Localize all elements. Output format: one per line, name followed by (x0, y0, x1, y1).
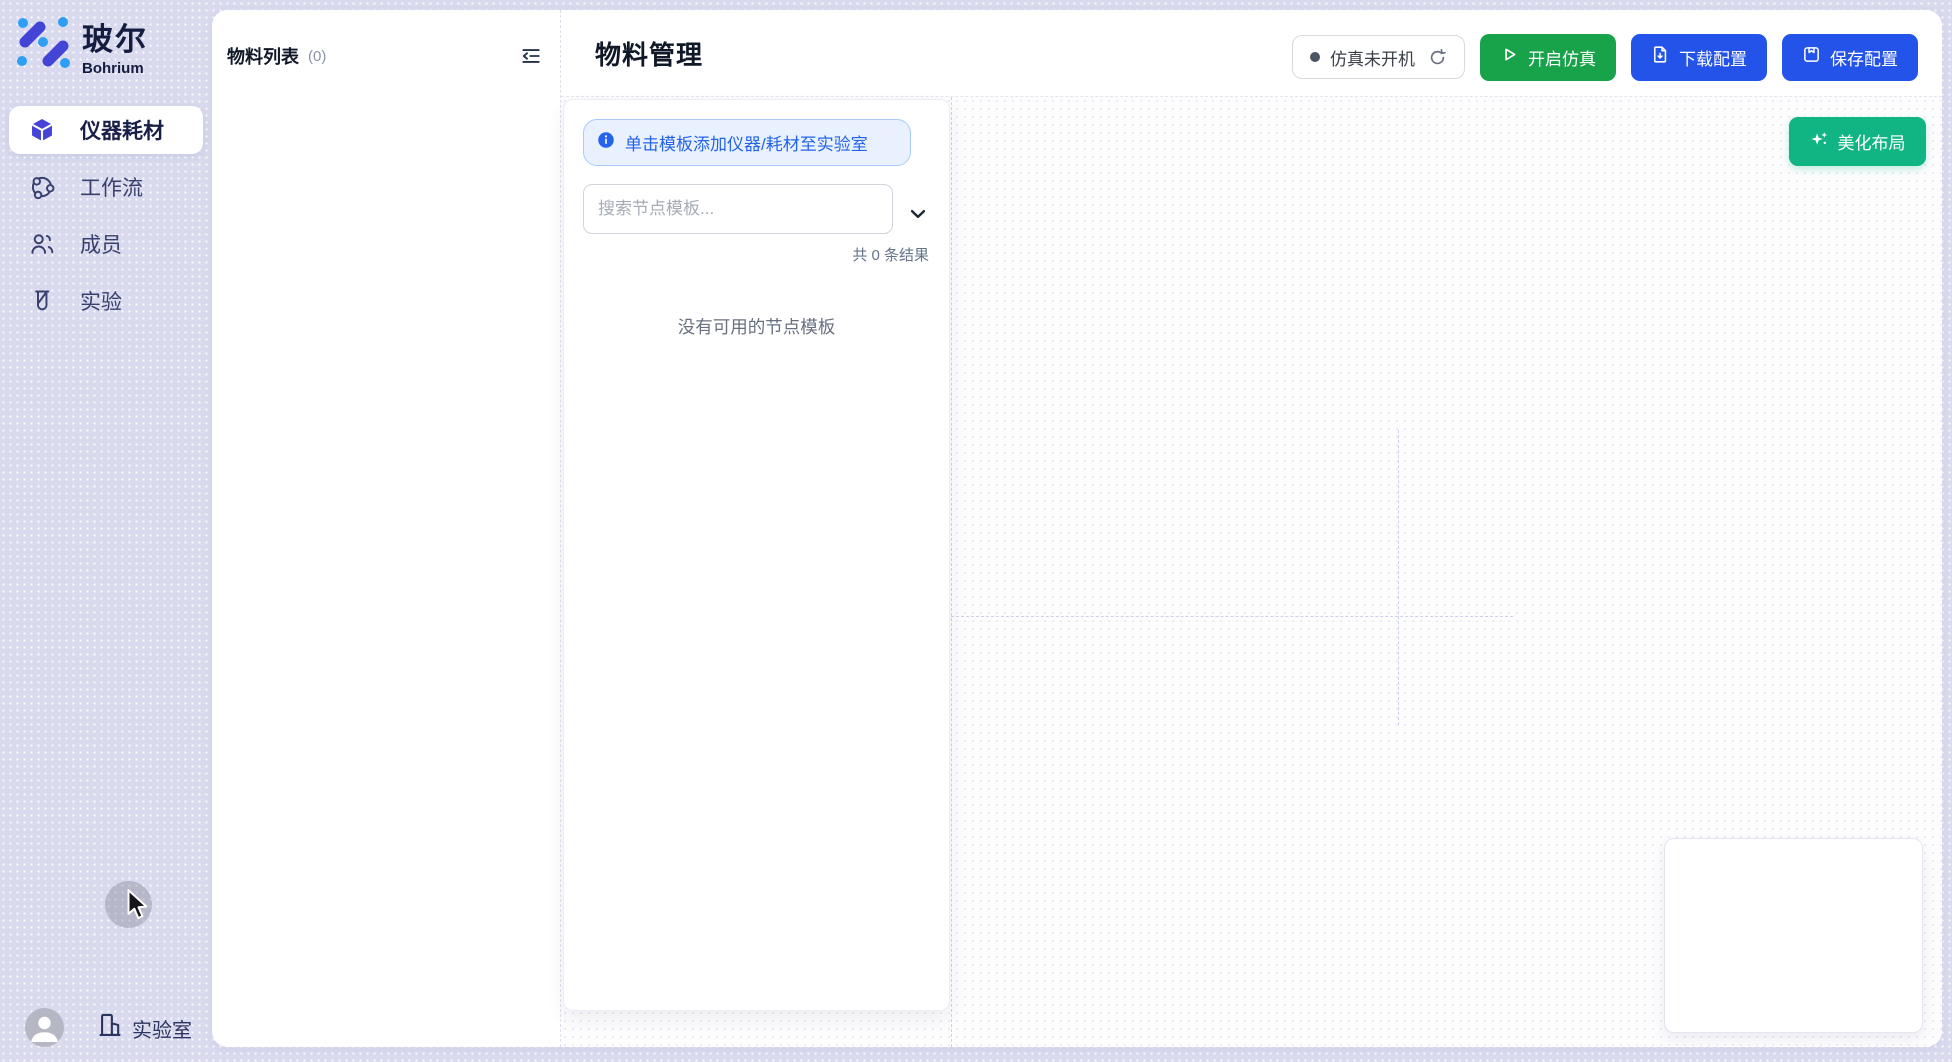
play-icon (1500, 45, 1519, 69)
status-dot-icon (1310, 52, 1320, 62)
workflow-icon (29, 174, 55, 200)
simulation-status-label: 仿真未开机 (1330, 45, 1415, 70)
empty-state-text: 没有可用的节点模板 (564, 314, 949, 339)
refresh-icon[interactable] (1428, 48, 1447, 67)
topbar-actions: 仿真未开机 开启仿真 (1292, 34, 1918, 81)
canvas-guide-line (951, 97, 952, 1047)
save-icon (1802, 45, 1821, 69)
mouse-cursor-icon (126, 889, 152, 926)
bohrium-logo-icon (16, 16, 70, 75)
experiment-icon (29, 288, 55, 314)
cube-icon (29, 117, 55, 143)
canvas-guide-line (1398, 430, 1399, 725)
sparkles-icon (1810, 130, 1829, 154)
sidebar-item-members[interactable]: 成员 (9, 220, 203, 268)
material-list-title: 物料列表 (227, 43, 299, 69)
brand-name-zh: 玻尔 (82, 14, 148, 59)
file-download-icon (1651, 45, 1670, 69)
chevron-down-icon[interactable] (907, 203, 929, 225)
sidebar-item-experiments[interactable]: 实验 (9, 277, 203, 325)
node-template-panel: 单击模板添加仪器/耗材至实验室 共 0 条结果 没有可用的节点模板 (563, 99, 950, 1011)
canvas-guide-line (951, 616, 1513, 617)
simulation-status-pill: 仿真未开机 (1292, 35, 1465, 79)
download-config-button[interactable]: 下载配置 (1631, 34, 1767, 81)
sidebar-item-label: 仪器耗材 (80, 115, 164, 145)
page-title: 物料管理 (595, 35, 703, 72)
template-info-banner: 单击模板添加仪器/耗材至实验室 (583, 119, 911, 166)
save-config-button[interactable]: 保存配置 (1782, 34, 1918, 81)
material-list-header: 物料列表 (0) (227, 43, 542, 69)
search-input[interactable] (583, 184, 893, 234)
sidebar-item-label: 成员 (80, 229, 122, 259)
info-icon (597, 131, 615, 154)
topbar: 物料管理 仿真未开机 开启仿真 (561, 10, 1942, 97)
sidebar-item-instruments[interactable]: 仪器耗材 (9, 106, 203, 154)
sidebar-menu: 仪器耗材 工作流 成员 (0, 106, 212, 334)
material-list-count: (0) (308, 48, 326, 65)
beautify-layout-button[interactable]: 美化布局 (1789, 117, 1926, 166)
sidebar-item-workflow[interactable]: 工作流 (9, 163, 203, 211)
building-icon (96, 1011, 124, 1045)
material-list-panel: 物料列表 (0) (212, 10, 560, 1047)
brand-name-en: Bohrium (82, 60, 148, 77)
collapse-panel-icon[interactable] (520, 45, 542, 67)
sidebar-item-label: 工作流 (80, 172, 143, 202)
main-sheet: 物料列表 (0) 物料管理 仿真未开机 (212, 10, 1942, 1047)
avatar[interactable] (25, 1008, 64, 1047)
lab-switcher[interactable]: 实验室 (96, 1011, 192, 1045)
sidebar-footer: 实验室 (0, 1006, 212, 1050)
start-simulation-button[interactable]: 开启仿真 (1480, 34, 1616, 81)
app-background: { "brand": { "name_zh": "玻尔", "name_en":… (0, 0, 1952, 1062)
minimap[interactable] (1664, 838, 1923, 1033)
lab-label: 实验室 (132, 1014, 192, 1043)
brand[interactable]: 玻尔 Bohrium (16, 14, 148, 77)
template-info-text: 单击模板添加仪器/耗材至实验室 (625, 130, 868, 155)
members-icon (29, 231, 55, 257)
lab-canvas[interactable]: 单击模板添加仪器/耗材至实验室 共 0 条结果 没有可用的节点模板 美化布局 (561, 97, 1942, 1047)
results-count: 共 0 条结果 (852, 244, 929, 265)
sidebar-item-label: 实验 (80, 286, 122, 316)
